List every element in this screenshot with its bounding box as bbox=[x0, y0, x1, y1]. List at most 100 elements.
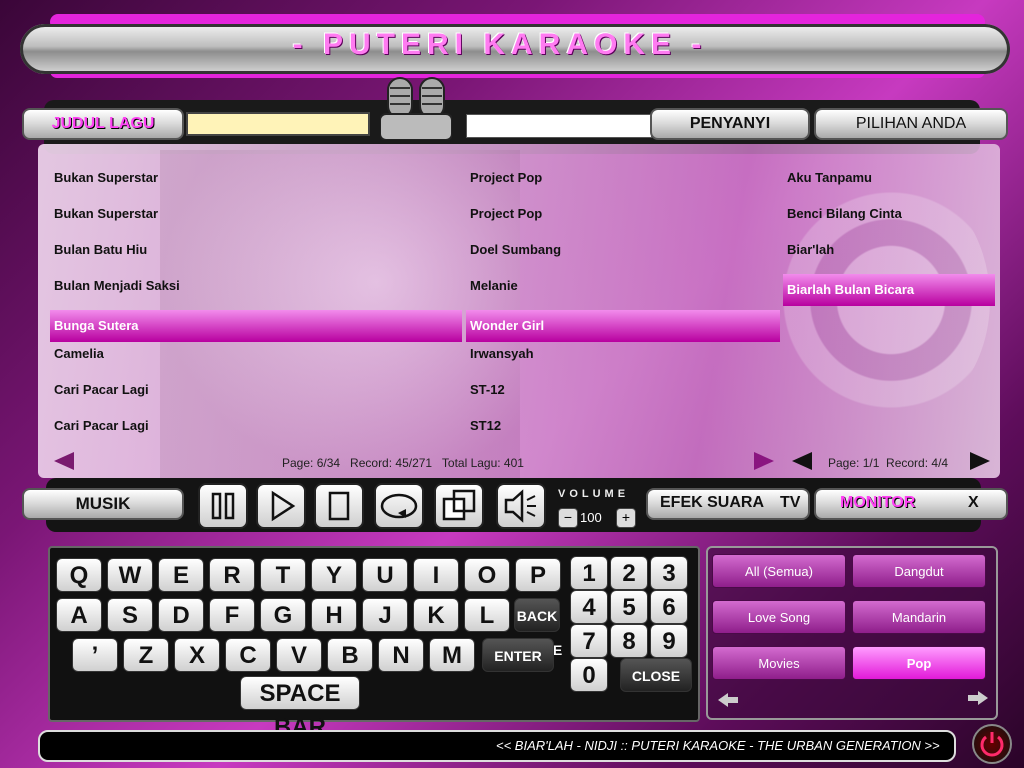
song-title-row[interactable]: Bukan Superstar bbox=[50, 202, 462, 238]
volume-up-button[interactable]: + bbox=[616, 508, 636, 528]
space-key[interactable]: SPACE BAR bbox=[240, 676, 360, 741]
choice-row[interactable]: Benci Bilang Cinta bbox=[783, 202, 995, 238]
music-tab[interactable]: MUSIK bbox=[22, 488, 184, 520]
key-m[interactable]: M bbox=[429, 638, 475, 672]
key-s[interactable]: S bbox=[107, 598, 153, 632]
song-artist-row[interactable]: Project Pop bbox=[466, 166, 780, 202]
choice-next-arrow-icon[interactable] bbox=[968, 450, 992, 472]
song-artist-row[interactable]: Wonder Girl bbox=[466, 310, 780, 342]
song-artist-row[interactable]: Irwansyah bbox=[466, 342, 780, 378]
key-r[interactable]: R bbox=[209, 558, 255, 592]
song-artist-row[interactable]: Project Pop bbox=[466, 202, 780, 238]
song-title-row[interactable]: Cari Pacar Lagi bbox=[50, 378, 462, 414]
layer-button[interactable] bbox=[434, 483, 484, 529]
monitor-tab[interactable]: MONITOR X bbox=[814, 488, 1008, 520]
choice-row[interactable]: Biarlah Bulan Bicara bbox=[783, 274, 995, 306]
key-y[interactable]: Y bbox=[311, 558, 357, 592]
key-f[interactable]: F bbox=[209, 598, 255, 632]
song-title-row[interactable]: Bulan Menjadi Saksi bbox=[50, 274, 462, 310]
key-apostrophe[interactable]: ’ bbox=[72, 638, 118, 672]
key-a[interactable]: A bbox=[56, 598, 102, 632]
key-g[interactable]: G bbox=[260, 598, 306, 632]
key-9[interactable]: 9 bbox=[650, 624, 688, 658]
genre-button[interactable]: Movies bbox=[712, 646, 846, 680]
genre-prev-arrow-icon[interactable] bbox=[716, 692, 740, 708]
genre-button[interactable]: Love Song bbox=[712, 600, 846, 634]
key-n[interactable]: N bbox=[378, 638, 424, 672]
song-page-info: Page: 6/34 Record: 45/271 Total Lagu: 40… bbox=[282, 456, 524, 470]
power-icon bbox=[980, 732, 1004, 757]
song-artist-column: Project Pop Project Pop Doel Sumbang Melani… bbox=[466, 166, 780, 450]
genre-button[interactable]: Pop bbox=[852, 646, 986, 680]
key-8[interactable]: 8 bbox=[610, 624, 648, 658]
key-w[interactable]: W bbox=[107, 558, 153, 592]
key-z[interactable]: Z bbox=[123, 638, 169, 672]
key-5[interactable]: 5 bbox=[610, 590, 648, 624]
song-title-row[interactable]: Cari Pacar Lagi bbox=[50, 414, 462, 450]
mute-button[interactable] bbox=[496, 483, 546, 529]
backspace-key[interactable]: BACK SPACE bbox=[514, 598, 562, 658]
title-search-tab[interactable]: JUDUL LAGU bbox=[22, 108, 184, 140]
key-2[interactable]: 2 bbox=[610, 556, 648, 590]
song-artist-row[interactable]: Doel Sumbang bbox=[466, 238, 780, 274]
play-icon bbox=[271, 490, 296, 522]
monitor-close-button[interactable]: X bbox=[968, 494, 979, 512]
key-e[interactable]: E bbox=[158, 558, 204, 592]
key-h[interactable]: H bbox=[311, 598, 357, 632]
singer-search-input[interactable] bbox=[466, 114, 652, 138]
close-button[interactable]: CLOSE bbox=[620, 658, 692, 692]
volume-down-button[interactable]: − bbox=[558, 508, 578, 528]
choice-prev-arrow-icon[interactable] bbox=[790, 450, 814, 472]
choice-row[interactable]: Aku Tanpamu bbox=[783, 166, 995, 202]
song-artist-row[interactable]: Melanie bbox=[466, 274, 780, 310]
key-v[interactable]: V bbox=[276, 638, 322, 672]
genre-button[interactable]: All (Semua) bbox=[712, 554, 846, 588]
key-q[interactable]: Q bbox=[56, 558, 102, 592]
key-6[interactable]: 6 bbox=[650, 590, 688, 624]
enter-key[interactable]: ENTER bbox=[482, 638, 554, 672]
power-button[interactable] bbox=[972, 724, 1012, 764]
key-c[interactable]: C bbox=[225, 638, 271, 672]
your-choice-tab[interactable]: PILIHAN ANDA bbox=[814, 108, 1008, 140]
play-button[interactable] bbox=[256, 483, 306, 529]
key-0[interactable]: 0 bbox=[570, 658, 608, 692]
tv-button[interactable]: TV bbox=[780, 494, 800, 512]
genre-next-arrow-icon[interactable] bbox=[966, 690, 990, 706]
key-j[interactable]: J bbox=[362, 598, 408, 632]
stop-icon bbox=[328, 491, 350, 521]
key-4[interactable]: 4 bbox=[570, 590, 608, 624]
sound-effect-tab[interactable]: EFEK SUARA TV bbox=[646, 488, 810, 520]
genre-button[interactable]: Dangdut bbox=[852, 554, 986, 588]
key-u[interactable]: U bbox=[362, 558, 408, 592]
song-artist-row[interactable]: ST12 bbox=[466, 414, 780, 450]
key-d[interactable]: D bbox=[158, 598, 204, 632]
key-l[interactable]: L bbox=[464, 598, 510, 632]
title-search-input[interactable] bbox=[186, 112, 370, 136]
song-title-row[interactable]: Bukan Superstar bbox=[50, 166, 462, 202]
key-x[interactable]: X bbox=[174, 638, 220, 672]
key-b[interactable]: B bbox=[327, 638, 373, 672]
sound-effect-label: EFEK SUARA bbox=[660, 494, 765, 511]
key-1[interactable]: 1 bbox=[570, 556, 608, 590]
list-prev-arrow-icon[interactable] bbox=[52, 450, 76, 472]
genre-button[interactable]: Mandarin bbox=[852, 600, 986, 634]
stop-button[interactable] bbox=[314, 483, 364, 529]
singer-search-tab[interactable]: PENYANYI bbox=[650, 108, 810, 140]
list-next-arrow-icon[interactable] bbox=[752, 450, 776, 472]
key-t[interactable]: T bbox=[260, 558, 306, 592]
key-3[interactable]: 3 bbox=[650, 556, 688, 590]
song-artist-row[interactable]: ST-12 bbox=[466, 378, 780, 414]
song-title-row[interactable]: Bunga Sutera bbox=[50, 310, 462, 342]
song-title-row[interactable]: Bulan Batu Hiu bbox=[50, 238, 462, 274]
pause-button[interactable] bbox=[198, 483, 248, 529]
repeat-button[interactable] bbox=[374, 483, 424, 529]
song-title-row[interactable]: Camelia bbox=[50, 342, 462, 378]
choice-page-info: Page: 1/1 Record: 4/4 bbox=[828, 456, 949, 470]
key-p[interactable]: P bbox=[515, 558, 561, 592]
choice-row[interactable]: Biar'lah bbox=[783, 238, 995, 274]
pause-icon bbox=[211, 492, 235, 520]
key-o[interactable]: O bbox=[464, 558, 510, 592]
key-i[interactable]: I bbox=[413, 558, 459, 592]
key-k[interactable]: K bbox=[413, 598, 459, 632]
key-7[interactable]: 7 bbox=[570, 624, 608, 658]
